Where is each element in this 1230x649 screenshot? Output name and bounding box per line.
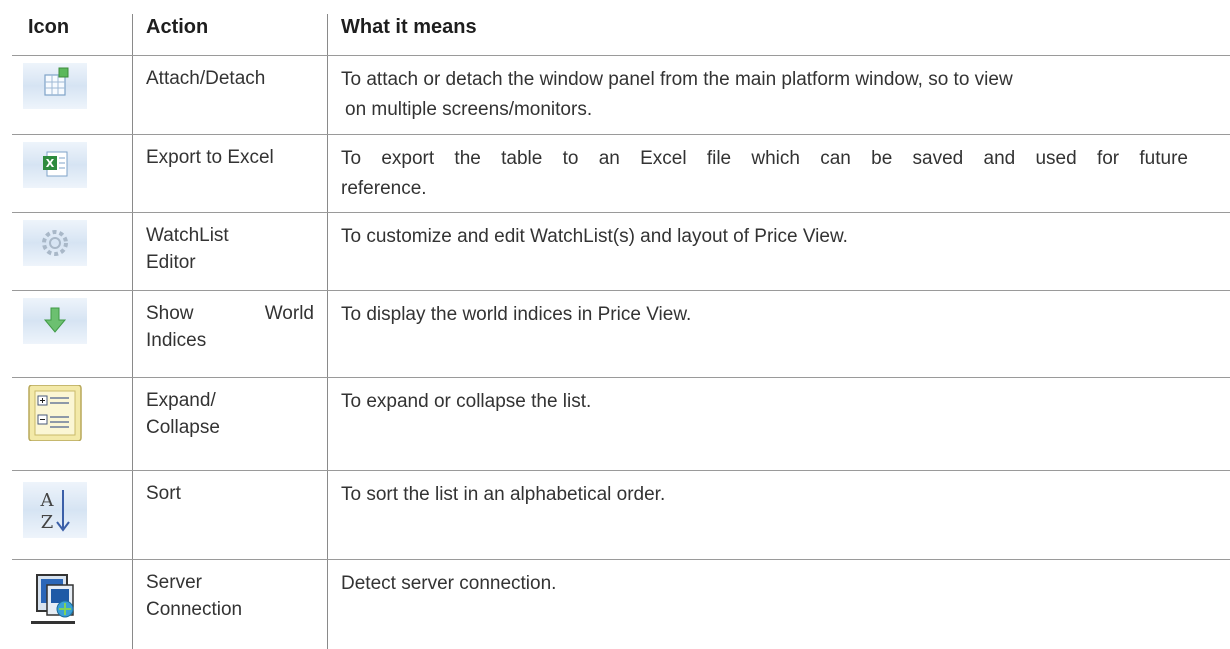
meaning-text: To customize and edit WatchList(s) and l… <box>341 226 848 247</box>
row-divider <box>12 290 1230 291</box>
icon-legend-table: Icon Action What it means Attach/Detach … <box>0 0 1230 649</box>
row-divider <box>12 470 1230 471</box>
action-label: Show World Indices <box>146 303 314 351</box>
row-divider <box>12 377 1230 378</box>
row-divider <box>12 559 1230 560</box>
action-label: Server Connection <box>146 572 243 620</box>
row-divider <box>12 212 1230 213</box>
action-label: Expand/ Collapse <box>146 390 220 438</box>
action-label: Sort <box>146 483 181 504</box>
export-excel-icon: X <box>20 142 90 190</box>
table-row: Show World Indices To display the world i… <box>0 292 1230 377</box>
row-divider <box>12 134 1230 135</box>
meaning-text: To export the table to an Excel file whi… <box>341 148 1188 199</box>
action-label: WatchList Editor <box>146 225 229 273</box>
table-row: X Export to Excel To export the table to… <box>0 136 1230 212</box>
table-row: WatchList Editor To customize and edit W… <box>0 214 1230 290</box>
sort-az-icon: A Z <box>20 482 90 538</box>
meaning-text: Detect server connection. <box>341 573 557 594</box>
meaning-text: To display the world indices in Price Vi… <box>341 304 692 325</box>
meaning-text: To sort the list in an alphabetical orde… <box>341 484 666 505</box>
table-row: Server Connection Detect server connecti… <box>0 561 1230 649</box>
svg-text:X: X <box>46 157 55 170</box>
header-action: Action <box>146 16 209 38</box>
action-label: Attach/Detach <box>146 68 266 89</box>
meaning-text: To attach or detach the window panel fro… <box>341 69 1013 120</box>
header-meaning: What it means <box>341 16 477 38</box>
meaning-text: To expand or collapse the list. <box>341 391 592 412</box>
arrow-down-icon <box>20 298 90 346</box>
server-connection-icon <box>20 571 90 624</box>
svg-text:Z: Z <box>41 512 54 533</box>
table-row: Attach/Detach To attach or detach the wi… <box>0 57 1230 134</box>
attach-detach-icon <box>20 63 90 111</box>
expand-collapse-icon <box>20 385 90 441</box>
gear-icon <box>20 220 90 268</box>
table-row: A Z Sort To sort the list in an alphabet… <box>0 472 1230 559</box>
table-row: Expand/ Collapse To expand or collapse t… <box>0 379 1230 470</box>
row-divider <box>12 55 1230 56</box>
action-label: Export to Excel <box>146 147 274 168</box>
header-icon: Icon <box>28 16 70 38</box>
svg-text:A: A <box>40 490 55 511</box>
